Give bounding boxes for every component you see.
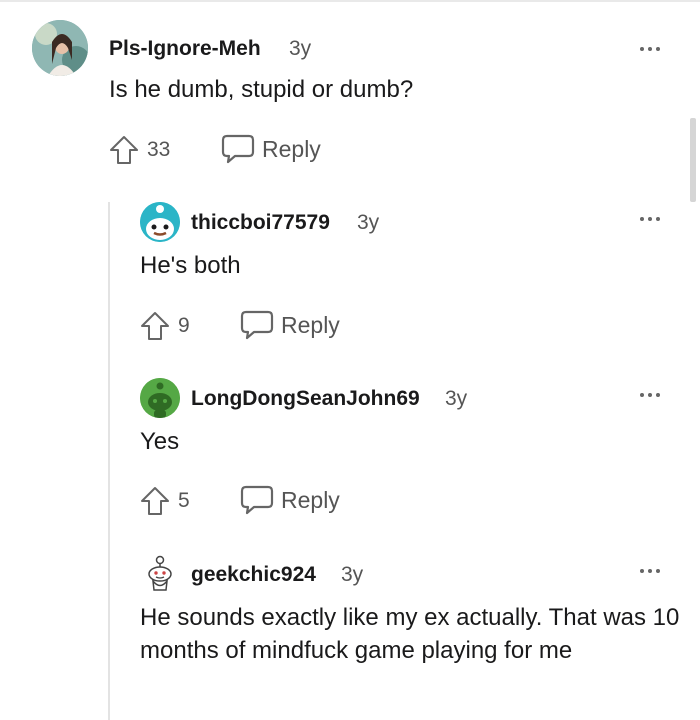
reply-button[interactable]: Reply: [262, 136, 321, 163]
more-options-icon[interactable]: [640, 44, 664, 56]
comment-body: He's both: [140, 252, 241, 279]
username[interactable]: Pls-Ignore-Meh: [109, 37, 261, 61]
more-options-icon[interactable]: [640, 214, 664, 226]
user-avatar[interactable]: [140, 554, 180, 594]
speech-bubble-icon[interactable]: [240, 485, 274, 515]
username[interactable]: geekchic924: [191, 563, 316, 587]
upvote-count: 33: [147, 138, 171, 161]
upvote-count: 5: [178, 489, 190, 512]
speech-bubble-icon[interactable]: [240, 310, 274, 340]
comment-age: 3y: [341, 563, 364, 586]
comment-body: Is he dumb, stupid or dumb?: [109, 76, 414, 103]
reply-button[interactable]: Reply: [281, 487, 340, 514]
upvote-arrow-icon[interactable]: [140, 311, 170, 341]
user-avatar[interactable]: [140, 202, 180, 242]
comment-age: 3y: [357, 211, 380, 234]
reply-button[interactable]: Reply: [281, 312, 340, 339]
username[interactable]: LongDongSeanJohn69: [191, 387, 420, 411]
user-avatar[interactable]: [140, 378, 180, 418]
scrollbar-thumb[interactable]: [690, 118, 696, 202]
comment-age: 3y: [445, 387, 468, 410]
comment-body: Yes: [140, 428, 180, 455]
more-options-icon[interactable]: [640, 390, 664, 402]
upvote-arrow-icon[interactable]: [109, 135, 139, 165]
upvote-arrow-icon[interactable]: [140, 486, 170, 516]
speech-bubble-icon[interactable]: [221, 134, 255, 164]
user-avatar[interactable]: [32, 20, 88, 76]
top-divider: [0, 0, 700, 2]
thread-line[interactable]: [108, 202, 110, 720]
comment-body: He sounds exactly like my ex actually. T…: [140, 604, 680, 664]
more-options-icon[interactable]: [640, 566, 664, 578]
comment-age: 3y: [289, 37, 312, 60]
username[interactable]: thiccboi77579: [191, 211, 330, 235]
upvote-count: 9: [178, 314, 190, 337]
